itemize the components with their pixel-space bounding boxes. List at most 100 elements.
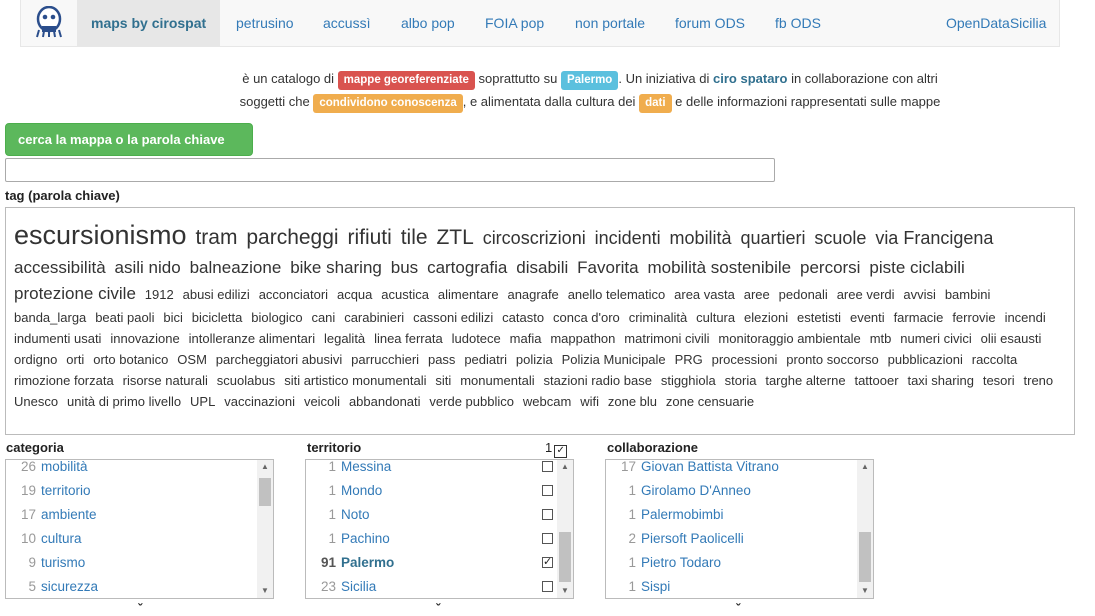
tag-link[interactable]: criminalità — [629, 308, 688, 328]
nav-link-fb-ods[interactable]: fb ODS — [775, 0, 821, 46]
search-button[interactable]: cerca la mappa o la parola chiave — [5, 123, 253, 156]
nav-link-foia-pop[interactable]: FOIA pop — [485, 0, 544, 46]
item-name[interactable]: turismo — [41, 551, 85, 575]
tag-link[interactable]: tram — [195, 221, 237, 255]
collaborazione-row[interactable]: 1 Palermobimbi — [606, 503, 856, 527]
tag-link[interactable]: zone blu — [608, 392, 657, 412]
tag-link[interactable]: abbandonati — [349, 392, 421, 412]
item-name[interactable]: ambiente — [41, 503, 97, 527]
tag-link[interactable]: mappathon — [550, 329, 615, 349]
check-icon[interactable]: ✓ — [554, 445, 568, 458]
scroll-down-icon[interactable]: ▼ — [557, 584, 573, 598]
tag-link[interactable]: carabinieri — [344, 308, 404, 328]
tag-link[interactable]: unità di primo livello — [67, 392, 181, 412]
tag-link[interactable]: biologico — [251, 308, 302, 328]
item-checkbox[interactable] — [542, 461, 553, 472]
collaborazione-row[interactable]: 2 Piersoft Paolicelli — [606, 527, 856, 551]
tag-link[interactable]: polizia — [516, 350, 553, 370]
scroll-thumb[interactable] — [259, 478, 271, 506]
nav-brand-link[interactable]: maps by cirospat — [77, 0, 221, 46]
territorio-selected-toggle[interactable]: 1 ✓ — [545, 440, 568, 458]
tag-link[interactable]: asili nido — [115, 255, 181, 281]
item-name[interactable]: Messina — [341, 460, 391, 479]
nav-link-non-portale[interactable]: non portale — [575, 0, 645, 46]
tag-link[interactable]: conca d'oro — [553, 308, 620, 328]
tag-link[interactable]: siti — [435, 371, 451, 391]
scroll-up-icon[interactable]: ▲ — [557, 460, 573, 474]
territorio-row[interactable]: 91 Palermo ✓ — [306, 551, 556, 575]
logo-icon[interactable] — [35, 6, 63, 38]
tag-link[interactable]: intolleranze alimentari — [189, 329, 315, 349]
collaborazione-row[interactable]: 1 Pietro Todaro — [606, 551, 856, 575]
scroll-up-icon[interactable]: ▲ — [257, 460, 273, 474]
tag-link[interactable]: banda_larga — [14, 308, 86, 328]
tag-link[interactable]: mobilità sostenibile — [647, 255, 791, 281]
tag-link[interactable]: pronto soccorso — [786, 350, 879, 370]
item-name[interactable]: Noto — [341, 503, 370, 527]
tag-link[interactable]: bambini — [945, 285, 991, 305]
tag-link[interactable]: circoscrizioni — [483, 224, 586, 253]
tag-link[interactable]: acqua — [337, 285, 372, 305]
item-checkbox[interactable] — [542, 581, 553, 592]
nav-link-opendatasicilia[interactable]: OpenDataSicilia — [946, 0, 1046, 46]
categoria-row[interactable]: 5 sicurezza — [6, 575, 256, 598]
scroll-down-icon[interactable]: ▼ — [857, 584, 873, 598]
territorio-scrollbar[interactable]: ▲ ▼ — [557, 460, 573, 598]
tag-link[interactable]: piste ciclabili — [869, 255, 964, 281]
tag-link[interactable]: elezioni — [744, 308, 788, 328]
tag-link[interactable]: indumenti usati — [14, 329, 101, 349]
tag-link[interactable]: percorsi — [800, 255, 860, 281]
tag-link[interactable]: rifiuti — [347, 221, 391, 255]
item-checkbox[interactable]: ✓ — [542, 557, 553, 568]
tag-link[interactable]: stigghiola — [661, 371, 716, 391]
tag-link[interactable]: anello telematico — [568, 285, 666, 305]
nav-link-accussi[interactable]: accussì — [323, 0, 370, 46]
territorio-list[interactable]: 1 Messina 1 Mondo 1 Noto 1 Pachino 91 Palermo ✓ 23 S… — [305, 459, 574, 599]
tag-link[interactable]: mobilità — [670, 224, 732, 253]
item-name[interactable]: territorio — [41, 479, 91, 503]
nav-link-albo-pop[interactable]: albo pop — [401, 0, 455, 46]
tag-link[interactable]: UPL — [190, 392, 215, 412]
tag-link[interactable]: legalità — [324, 329, 365, 349]
territorio-row[interactable]: 23 Sicilia — [306, 575, 556, 598]
tag-link[interactable]: quartieri — [740, 224, 805, 253]
categoria-row[interactable]: 10 cultura — [6, 527, 256, 551]
item-checkbox[interactable] — [542, 533, 553, 544]
tag-link[interactable]: raccolta — [972, 350, 1018, 370]
tag-link[interactable]: Unesco — [14, 392, 58, 412]
tag-link[interactable]: numeri civici — [900, 329, 972, 349]
tag-link[interactable]: olii esausti — [981, 329, 1042, 349]
tag-link[interactable]: orti — [66, 350, 84, 370]
tag-link[interactable]: cassoni edilizi — [413, 308, 493, 328]
tag-link[interactable]: tattooer — [854, 371, 898, 391]
categoria-scrollbar[interactable]: ▲ ▼ — [257, 460, 273, 598]
tag-link[interactable]: beati paoli — [95, 308, 154, 328]
item-name[interactable]: Pietro Todaro — [641, 551, 721, 575]
scroll-thumb[interactable] — [559, 532, 571, 582]
tag-link[interactable]: mafia — [510, 329, 542, 349]
categoria-row[interactable]: 17 ambiente — [6, 503, 256, 527]
tag-link[interactable]: accessibilità — [14, 255, 106, 281]
tag-link[interactable]: taxi sharing — [907, 371, 973, 391]
tag-link[interactable]: aree — [744, 285, 770, 305]
tag-link[interactable]: pediatri — [464, 350, 507, 370]
tag-link[interactable]: bicicletta — [192, 308, 243, 328]
tag-link[interactable]: Polizia Municipale — [562, 350, 666, 370]
tag-link[interactable]: cultura — [696, 308, 735, 328]
collaborazione-scrollbar[interactable]: ▲ ▼ — [857, 460, 873, 598]
tag-link[interactable]: matrimoni civili — [624, 329, 709, 349]
tag-link[interactable]: processioni — [712, 350, 778, 370]
tag-link[interactable]: webcam — [523, 392, 571, 412]
tag-link[interactable]: monumentali — [460, 371, 534, 391]
item-name[interactable]: mobilità — [41, 460, 88, 479]
tag-link[interactable]: parcheggiatori abusivi — [216, 350, 342, 370]
item-checkbox[interactable] — [542, 485, 553, 496]
categoria-row[interactable]: 26 mobilità — [6, 460, 256, 479]
item-name[interactable]: Mondo — [341, 479, 382, 503]
categoria-row[interactable]: 9 turismo — [6, 551, 256, 575]
tag-link[interactable]: abusi edilizi — [183, 285, 250, 305]
tag-link[interactable]: avvisi — [903, 285, 936, 305]
tag-link[interactable]: aree verdi — [837, 285, 895, 305]
categoria-list[interactable]: 26 mobilità 19 territorio 17 ambiente 10 cultur… — [5, 459, 274, 599]
territorio-row[interactable]: 1 Noto — [306, 503, 556, 527]
